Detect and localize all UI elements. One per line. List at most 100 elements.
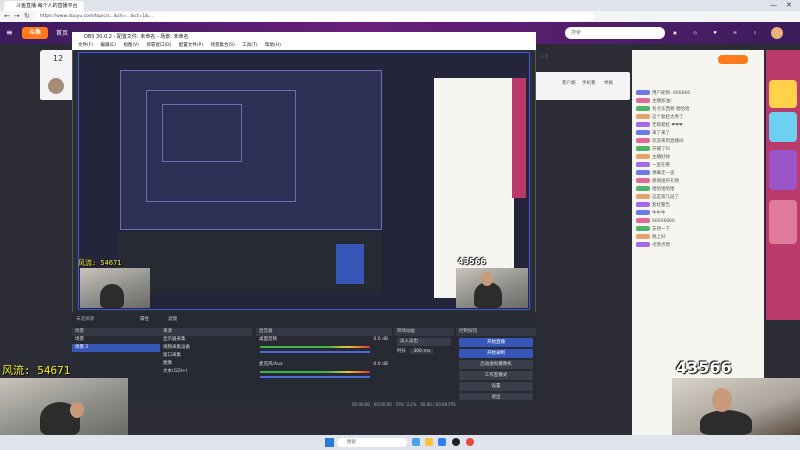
menu-icon[interactable]: ≡ (6, 28, 13, 37)
site-search-input[interactable]: 搜索 (565, 27, 665, 39)
chat-text: 用户昵称: 666666 (652, 91, 691, 96)
store-icon[interactable] (438, 438, 446, 446)
minimize-icon[interactable]: — (770, 1, 777, 9)
chat-text: 支持一下 (652, 227, 670, 232)
duration-input[interactable]: 300 ms (410, 349, 434, 354)
gift-banner-4[interactable] (769, 200, 797, 244)
chat-text: 66666666 (652, 219, 675, 224)
chat-text: 哈哈哈哈哈 (652, 187, 675, 192)
obs-title-bar: OBS 30.0.2 - 配置文件: 未命名 - 场景: 未命名 (72, 32, 536, 42)
chat-text: 开播了吗 (652, 147, 670, 152)
start-recording-button[interactable]: 开始录制 (459, 349, 533, 358)
live-icon[interactable]: ▣ (668, 26, 682, 40)
properties-button[interactable]: 属性 (140, 316, 149, 322)
pk-badge[interactable] (718, 55, 748, 64)
volume-slider[interactable] (260, 351, 370, 353)
source-item[interactable]: 文本(GDI+) (160, 368, 252, 376)
chat-message: 哈哈哈哈哈 (636, 186, 762, 194)
source-item[interactable]: 图像 (160, 360, 252, 368)
streamer-avatar[interactable] (48, 78, 64, 94)
virtual-camera-button[interactable]: 启动虚拟摄像机 (459, 360, 533, 369)
user-level-badge (636, 170, 650, 175)
inner-left-counter: 风流: 54671 (78, 259, 122, 267)
stream-action-share[interactable]: 分享 (540, 54, 549, 60)
back-icon[interactable]: ← (4, 12, 10, 20)
source-item[interactable]: 窗口采集 (160, 352, 252, 360)
gift-banner-1[interactable] (769, 80, 797, 108)
duration-row: 时长 300 ms (394, 348, 454, 356)
menu-edit[interactable]: 编辑(E) (101, 43, 116, 48)
user-level-badge (636, 122, 650, 127)
stream-action-mobile[interactable]: 手机看 (582, 80, 596, 86)
start-icon[interactable] (325, 438, 334, 447)
mixer-header: 混音器 (256, 328, 392, 336)
chat-message: 晚上好 (636, 234, 762, 242)
close-icon[interactable]: ✕ (786, 1, 792, 9)
start-streaming-button[interactable]: 开始直播 (459, 338, 533, 347)
follow-icon[interactable]: ♥ (708, 26, 722, 40)
chat-message: 牛牛牛 (636, 210, 762, 218)
status-rec-time: 00:00:00 (373, 402, 392, 407)
source-item[interactable]: 视频采集设备 (160, 344, 252, 352)
obs-status-bar: 00:00:00 00:00:00 CPU: 3.2% 60.00 / 60.0… (72, 400, 536, 410)
menu-help[interactable]: 帮助(H) (265, 43, 281, 48)
chat-message: 弹幕走一波 (636, 170, 762, 178)
gift-banner-2[interactable] (769, 112, 797, 142)
user-level-badge (636, 242, 650, 247)
browser-tab-bar (0, 0, 800, 11)
filters-button[interactable]: 滤镜 (168, 316, 177, 322)
gift-banner-3[interactable] (769, 150, 797, 190)
avatar[interactable] (771, 27, 783, 39)
stream-action-report[interactable]: 举报 (604, 80, 613, 86)
chat-text: 欢迎来到直播间 (652, 139, 684, 144)
chat-text: 有点东西啊 哈哈哈 (652, 107, 690, 112)
user-level-badge (636, 154, 650, 159)
reload-icon[interactable]: ↻ (24, 12, 30, 20)
home-link[interactable]: 首页 (56, 28, 68, 37)
user-level-badge (636, 218, 650, 223)
explorer-icon[interactable] (425, 438, 433, 446)
menu-scene-collection[interactable]: 场景集合(S) (210, 43, 234, 48)
user-level-badge (636, 226, 650, 231)
message-icon[interactable]: ✉ (728, 26, 742, 40)
user-level-badge (636, 162, 650, 167)
chrome-icon[interactable] (466, 438, 474, 446)
left-counter: 风流: 54671 (2, 362, 70, 378)
chat-message: 主播好帅 (636, 154, 762, 162)
user-level-badge (636, 90, 650, 95)
history-icon[interactable]: ◷ (688, 26, 702, 40)
menu-view[interactable]: 视图(V) (123, 43, 139, 48)
chat-text: 这是第几层了 (652, 195, 679, 200)
taskbar-search[interactable]: 搜索 (337, 438, 407, 447)
transition-select[interactable]: 淡入淡出 (397, 338, 451, 346)
chat-message: 欢迎来到直播间 (636, 138, 762, 146)
browser-edge-icon[interactable] (412, 438, 420, 446)
browser-tab[interactable]: 斗鱼直播·每个人的直播平台 (4, 1, 84, 11)
volume-slider[interactable] (260, 376, 370, 378)
forward-icon[interactable]: → (14, 12, 20, 20)
site-logo[interactable]: 斗鱼 (22, 27, 48, 39)
menu-tools[interactable]: 工具(T) (242, 43, 257, 48)
studio-mode-button[interactable]: 工作室模式 (459, 371, 533, 380)
chat-message: 66666666 (636, 218, 762, 226)
chat-message: 一直在看 (636, 162, 762, 170)
mixer-channel: 麦克风/Aux 0.0 dB (256, 361, 392, 369)
stream-action-client[interactable]: 客户端 (562, 80, 576, 86)
menu-profile[interactable]: 配置文件(P) (179, 43, 203, 48)
scene-item[interactable]: 场景 (72, 336, 160, 344)
chat-text: 牛牛牛 (652, 211, 666, 216)
source-item[interactable]: 显示器采集 (160, 336, 252, 344)
obs-menu-bar: 文件(F) 编辑(E) 视图(V) 停靠窗口(D) 配置文件(P) 场景集合(S… (72, 42, 536, 50)
user-level-badge (636, 202, 650, 207)
menu-file[interactable]: 文件(F) (78, 43, 93, 48)
user-level-badge (636, 210, 650, 215)
chat-message: 用户昵称: 666666 (636, 90, 762, 98)
scene-item-selected[interactable]: 场景 2 (72, 344, 160, 352)
obs-icon[interactable] (452, 438, 460, 446)
address-bar[interactable]: https://www.douyu.com/topic/s...&ch=...&… (34, 12, 594, 21)
download-icon[interactable]: ⇩ (748, 26, 762, 40)
settings-button[interactable]: 设置 (459, 382, 533, 391)
menu-docks[interactable]: 停靠窗口(D) (146, 43, 171, 48)
sources-header: 来源 (160, 328, 252, 336)
status-cpu: CPU: 3.2% (395, 402, 417, 407)
